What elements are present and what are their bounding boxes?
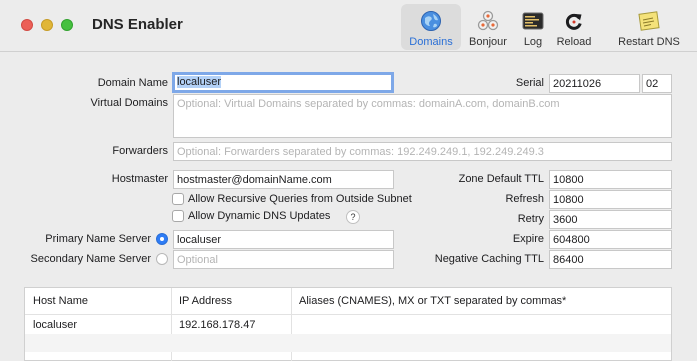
close-window-button[interactable] <box>21 19 33 31</box>
restart-dns-label: Restart DNS <box>618 36 680 48</box>
maximize-window-button[interactable] <box>61 19 73 31</box>
hostmaster-label: Hostmaster <box>111 173 168 185</box>
retry-field[interactable]: 3600 <box>549 210 672 229</box>
primary-name-server-field[interactable]: localuser <box>173 230 394 249</box>
expire-field[interactable]: 604800 <box>549 230 672 249</box>
column-header-host-name[interactable]: Host Name <box>25 288 175 314</box>
globe-icon <box>420 10 442 32</box>
secondary-name-server-field[interactable]: Optional <box>173 250 394 269</box>
secondary-name-server-label: Secondary Name Server <box>30 253 151 265</box>
zone-default-ttl-field[interactable]: 10800 <box>549 170 672 189</box>
primary-name-server-label: Primary Name Server <box>45 233 151 245</box>
negative-caching-ttl-label: Negative Caching TTL <box>434 253 544 265</box>
title-bar: DNS Enabler Domains Bonjour Log Reload R… <box>0 0 697 52</box>
virtual-domains-label: Virtual Domains <box>90 97 168 109</box>
console-log-icon <box>522 10 544 32</box>
bonjour-tab-label: Bonjour <box>469 36 507 48</box>
refresh-label: Refresh <box>505 193 544 205</box>
log-tab-label: Log <box>523 36 543 48</box>
table-row-empty[interactable] <box>25 334 671 352</box>
refresh-field[interactable]: 10800 <box>549 190 672 209</box>
serial-suffix-field[interactable]: 02 <box>642 74 672 93</box>
hosts-table: Host Name IP Address Aliases (CNAMES), M… <box>24 287 672 361</box>
expire-label: Expire <box>512 233 544 245</box>
allow-dynamic-checkbox[interactable] <box>172 210 184 222</box>
bonjour-icon <box>477 10 499 32</box>
bonjour-tab-button[interactable]: Bonjour <box>463 4 513 50</box>
reload-label: Reload <box>556 36 592 48</box>
help-icon[interactable]: ? <box>346 210 360 224</box>
forwarders-field[interactable]: Optional: Forwarders separated by commas… <box>173 142 672 161</box>
domains-tab-label: Domains <box>409 36 453 48</box>
table-cell-ip[interactable]: 192.168.178.47 <box>171 316 291 334</box>
primary-name-server-radio[interactable] <box>156 233 168 245</box>
allow-recursive-label: Allow Recursive Queries from Outside Sub… <box>188 193 412 205</box>
negative-caching-ttl-field[interactable]: 86400 <box>549 250 672 269</box>
allow-recursive-checkbox[interactable] <box>172 193 184 205</box>
domain-name-label: Domain Name <box>97 77 168 89</box>
column-header-ip-address[interactable]: IP Address <box>171 288 291 314</box>
zone-default-ttl-label: Zone Default TTL <box>458 173 544 185</box>
window-title: DNS Enabler <box>92 16 183 33</box>
serial-field[interactable]: 20211026 <box>549 74 640 93</box>
column-header-aliases[interactable]: Aliases (CNAMES), MX or TXT separated by… <box>291 288 671 314</box>
reload-button[interactable]: Reload <box>554 4 594 50</box>
table-cell-host[interactable]: localuser <box>25 316 171 334</box>
reload-icon <box>563 10 585 32</box>
allow-dynamic-label: Allow Dynamic DNS Updates <box>188 210 331 222</box>
secondary-name-server-radio[interactable] <box>156 253 168 265</box>
restart-dns-button[interactable]: Restart DNS <box>612 4 686 50</box>
serial-label: Serial <box>515 77 544 89</box>
restart-dns-icon <box>638 10 660 32</box>
retry-label: Retry <box>517 213 544 225</box>
forwarders-label: Forwarders <box>112 145 168 157</box>
domains-tab-button[interactable]: Domains <box>401 4 461 50</box>
domain-name-field[interactable]: localuser <box>172 72 394 93</box>
minimize-window-button[interactable] <box>41 19 53 31</box>
hostmaster-field[interactable]: hostmaster@domainName.com <box>173 170 394 189</box>
header-divider <box>25 314 671 315</box>
domain-name-value: localuser <box>177 76 222 88</box>
virtual-domains-field[interactable]: Optional: Virtual Domains separated by c… <box>173 94 672 138</box>
log-tab-button[interactable]: Log <box>517 4 549 50</box>
